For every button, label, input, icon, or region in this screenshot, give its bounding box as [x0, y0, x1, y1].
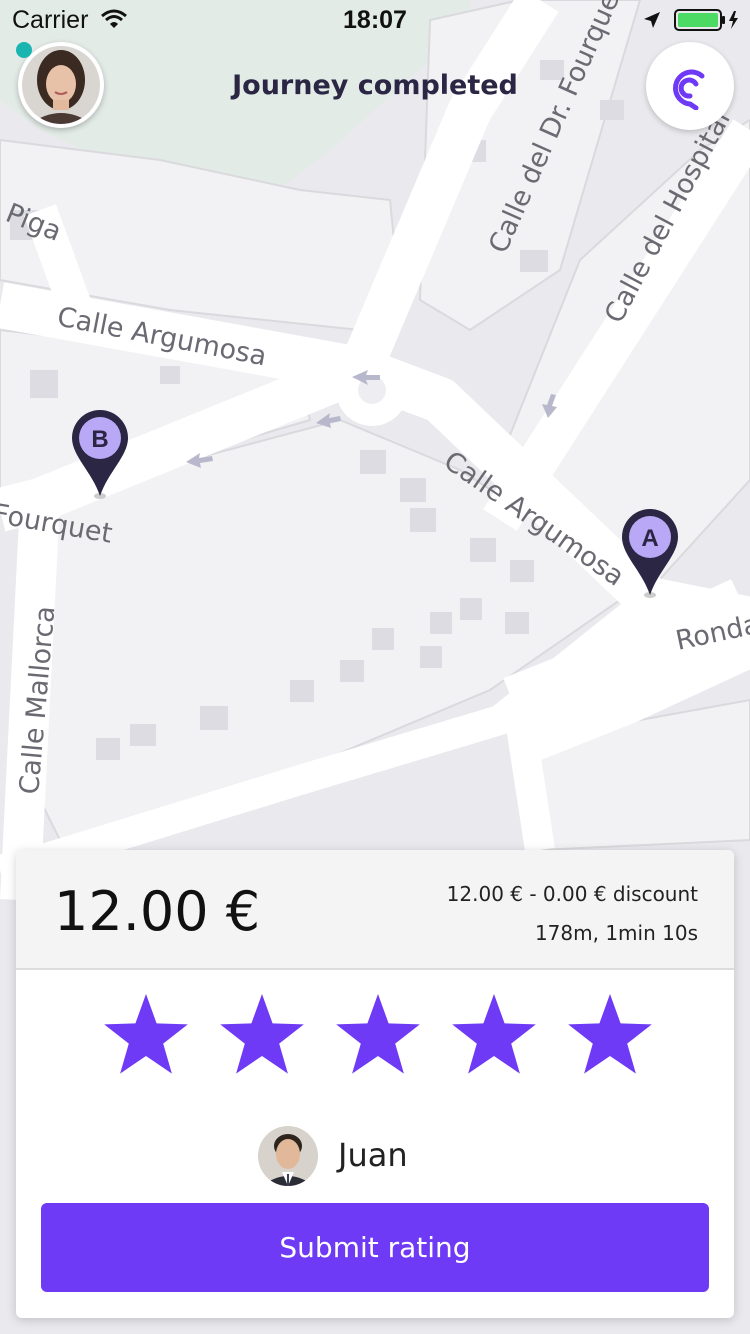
- status-clock: 18:07: [343, 6, 407, 34]
- fare-breakdown: 12.00 € - 0.00 € discount: [446, 882, 698, 906]
- battery-icon: [674, 9, 744, 36]
- status-bar: Carrier 18:07: [0, 0, 750, 40]
- total-price: 12.00 €: [54, 880, 261, 943]
- driver-name: Juan: [338, 1136, 408, 1174]
- driver-avatar: [258, 1126, 318, 1186]
- star-icon-1[interactable]: [100, 990, 192, 1082]
- start-marker[interactable]: A: [620, 507, 680, 604]
- submit-rating-button[interactable]: Submit rating: [41, 1203, 709, 1292]
- cabify-logo-button[interactable]: [646, 42, 734, 130]
- star-icon-2[interactable]: [216, 990, 308, 1082]
- star-rating: [16, 990, 734, 1090]
- fare-summary: 12.00 € 12.00 € - 0.00 € discount 178m, …: [16, 850, 734, 970]
- online-status-dot: [16, 42, 32, 58]
- cabify-logo-icon: [673, 69, 705, 110]
- star-icon-5[interactable]: [564, 990, 656, 1082]
- end-marker-label: B: [91, 426, 108, 453]
- start-marker-label: A: [641, 525, 658, 552]
- rating-card: 12.00 € 12.00 € - 0.00 € discount 178m, …: [16, 850, 734, 1318]
- location-arrow-icon: [642, 10, 662, 35]
- end-marker[interactable]: B: [70, 408, 130, 505]
- star-icon-3[interactable]: [332, 990, 424, 1082]
- page-title: Journey completed: [232, 70, 518, 101]
- star-icon-4[interactable]: [448, 990, 540, 1082]
- trip-stats: 178m, 1min 10s: [534, 921, 698, 945]
